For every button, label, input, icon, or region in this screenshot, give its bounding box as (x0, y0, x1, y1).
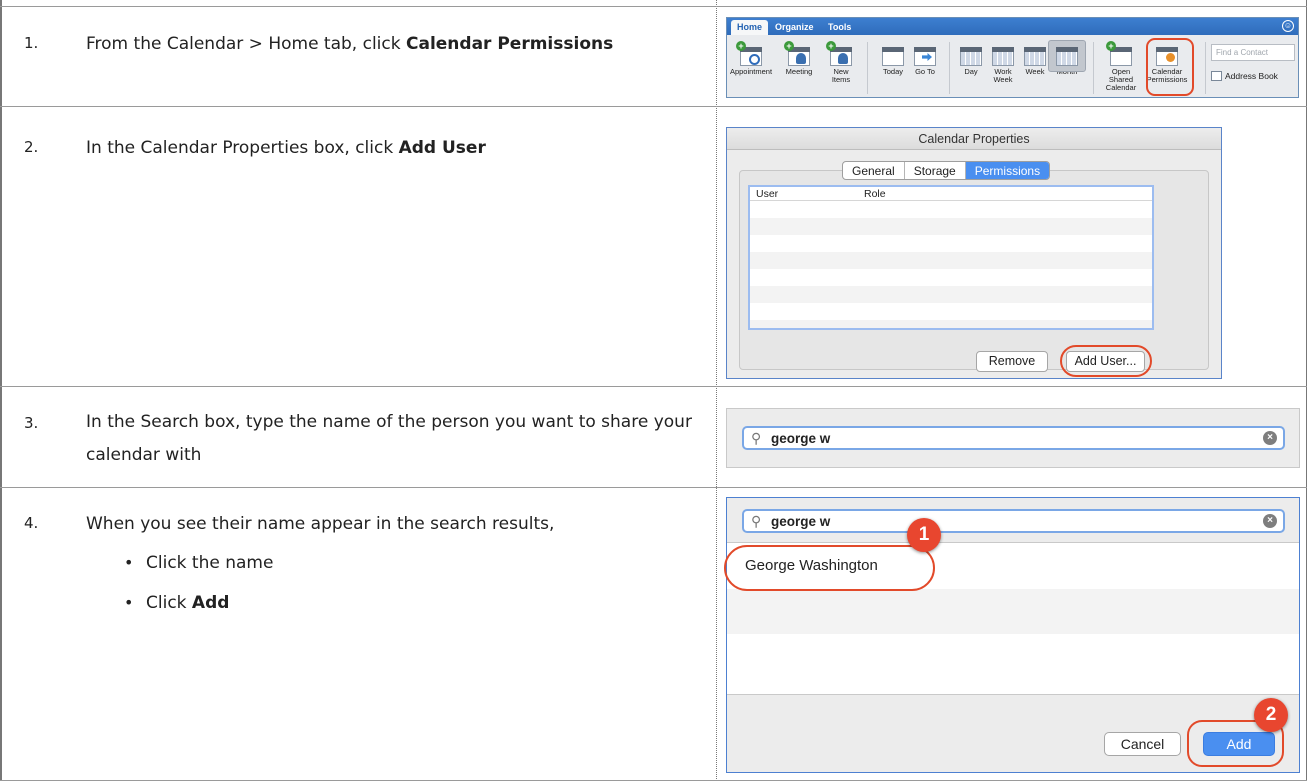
list-item (727, 589, 1299, 634)
open-shared-calendar-button[interactable]: + Open Shared Calendar (1099, 41, 1143, 94)
table-body (750, 201, 1152, 328)
tab-tools[interactable]: Tools (822, 20, 857, 35)
meeting-button[interactable]: + Meeting (777, 41, 821, 94)
step-number: 4. (24, 514, 39, 532)
callout-badge: 2 (1254, 698, 1288, 732)
highlight-ring (1060, 345, 1152, 377)
outlook-ribbon: Home Organize Tools ☺ + Appointment + Me… (726, 17, 1299, 98)
highlight-ring (1146, 38, 1194, 96)
tab-storage[interactable]: Storage (905, 162, 966, 179)
search-icon: ⚲ (751, 513, 762, 529)
cancel-button[interactable]: Cancel (1104, 732, 1181, 756)
new-items-icon: + (826, 41, 852, 66)
tab-general[interactable]: General (843, 162, 905, 179)
ribbon-separator (1205, 42, 1206, 94)
step-2-bold: Add User (398, 138, 486, 158)
day-view-icon (960, 44, 982, 66)
table-header: User Role (750, 187, 1152, 201)
bullet-item: Click the name (146, 543, 273, 583)
step-number: 3. (24, 414, 39, 432)
table-column-divider (716, 0, 717, 781)
ribbon-tab-bar: Home Organize Tools ☺ (727, 18, 1298, 35)
step-3-text: In the Search box, type the name of the … (86, 412, 692, 465)
ribbon-separator (1093, 42, 1094, 94)
remove-button[interactable]: Remove (976, 351, 1048, 372)
go-to-icon (914, 44, 936, 66)
step-1-bold: Calendar Permissions (406, 34, 614, 54)
week-view-icon (1024, 44, 1046, 66)
meeting-icon: + (784, 41, 810, 66)
step-2-text: In the Calendar Properties box, click Ad… (86, 138, 486, 158)
step-4-text: When you see their name appear in the se… (86, 514, 555, 534)
step-4-bullets: Click the name Click Add (146, 543, 273, 623)
column-header-user[interactable]: User (756, 188, 778, 200)
calendar-properties-dialog: Calendar Properties General Storage Perm… (726, 127, 1222, 379)
month-button[interactable]: Month (1045, 40, 1089, 94)
find-contact-input[interactable]: Find a Contact (1211, 44, 1295, 61)
ribbon-separator (867, 42, 868, 94)
search-panel: ⚲ george w × (726, 408, 1300, 468)
callout-badge: 1 (907, 518, 941, 552)
go-to-button[interactable]: Go To (903, 44, 947, 94)
appointment-icon: + (736, 41, 762, 66)
table-row-divider (0, 6, 1307, 7)
dialog-title: Calendar Properties (727, 128, 1221, 150)
new-items-button[interactable]: + New Items (819, 41, 863, 94)
instructions-table: 1. From the Calendar > Home tab, click C… (0, 0, 1307, 781)
table-row-divider (0, 106, 1307, 107)
add-user-dialog: ⚲ george w × George Washington 1 Cancel … (724, 497, 1300, 773)
table-left-border (0, 0, 2, 781)
properties-tab-bar: General Storage Permissions (842, 161, 1051, 180)
highlight-ring (724, 545, 935, 591)
address-book-button[interactable]: Address Book (1211, 71, 1278, 81)
smiley-feedback-icon[interactable]: ☺ (1282, 20, 1294, 32)
month-view-icon (1048, 40, 1086, 72)
permissions-table: User Role (748, 185, 1154, 330)
today-icon (882, 44, 904, 66)
step-1-text: From the Calendar > Home tab, click Cale… (86, 34, 614, 54)
search-icon: ⚲ (751, 430, 762, 446)
clear-search-icon[interactable]: × (1263, 431, 1277, 445)
search-input[interactable]: ⚲ george w × (742, 509, 1285, 533)
address-book-icon (1211, 71, 1222, 81)
step-number: 1. (24, 34, 39, 52)
table-row-divider (0, 386, 1307, 387)
step-number: 2. (24, 138, 39, 156)
tab-home[interactable]: Home (731, 20, 769, 35)
work-week-view-icon (992, 44, 1014, 66)
table-row-divider (0, 487, 1307, 488)
bullet-item: Click Add (146, 583, 273, 623)
column-header-role[interactable]: Role (864, 188, 886, 200)
appointment-button[interactable]: + Appointment (729, 41, 773, 94)
search-input[interactable]: ⚲ george w × (742, 426, 1285, 450)
tab-permissions[interactable]: Permissions (965, 162, 1050, 179)
clear-search-icon[interactable]: × (1263, 514, 1277, 528)
open-shared-calendar-icon: + (1106, 41, 1132, 66)
tab-organize[interactable]: Organize (769, 20, 820, 35)
